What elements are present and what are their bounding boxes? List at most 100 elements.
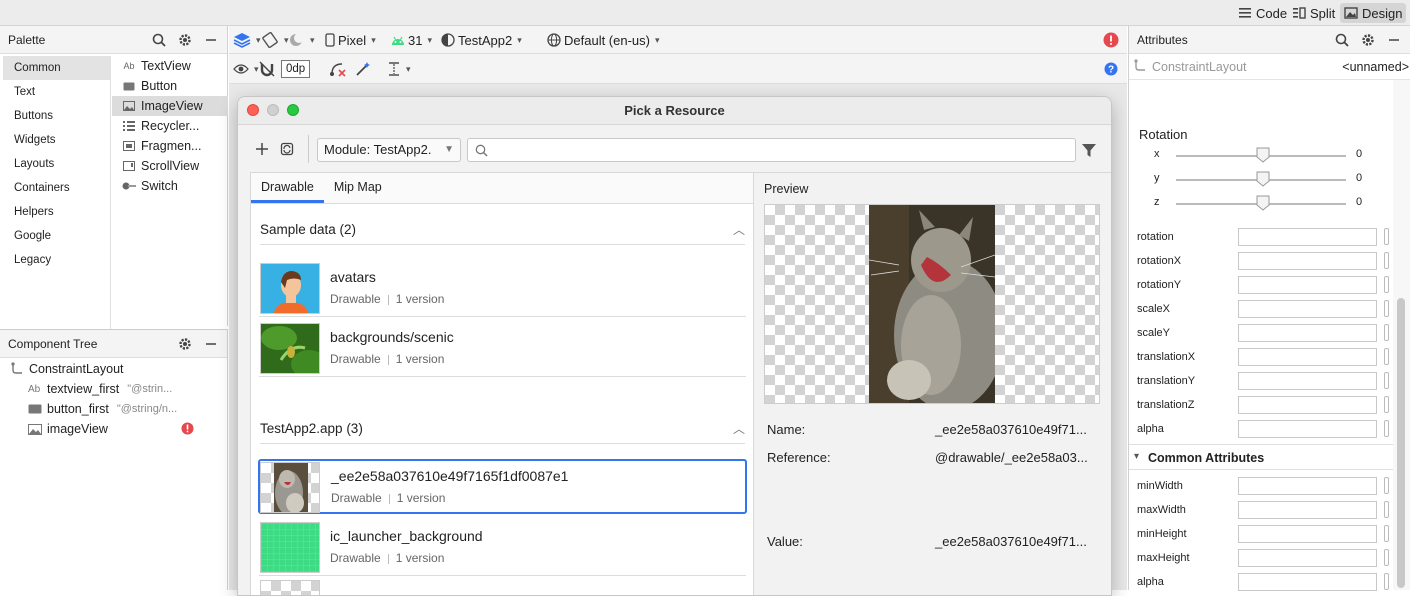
split-mode-button[interactable]: Split <box>1288 3 1339 23</box>
slider-knob[interactable] <box>1256 147 1270 163</box>
slider-knob[interactable] <box>1256 195 1270 211</box>
code-mode-button[interactable]: Code <box>1234 3 1291 23</box>
attr-field-maxWidth[interactable] <box>1238 501 1377 519</box>
attr-field-alpha[interactable] <box>1238 420 1377 438</box>
scrollbar-thumb[interactable] <box>1397 298 1405 588</box>
autoconnect-button[interactable] <box>259 55 275 83</box>
attr-picker-button[interactable] <box>1384 372 1389 389</box>
palette-category[interactable]: Helpers <box>3 200 110 224</box>
palette-category[interactable]: Layouts <box>3 152 110 176</box>
palette-category[interactable]: Google <box>3 224 110 248</box>
attr-picker-button[interactable] <box>1384 573 1389 590</box>
error-icon[interactable] <box>181 422 194 435</box>
error-icon[interactable] <box>1103 32 1119 48</box>
palette-category[interactable]: Widgets <box>3 128 110 152</box>
attr-field-scaleY[interactable] <box>1238 324 1377 342</box>
guidelines-button[interactable]: ▾ <box>387 55 411 83</box>
gear-icon[interactable] <box>177 336 193 352</box>
palette-item-recyclerview[interactable]: Recycler... <box>112 116 228 136</box>
chevron-up-icon[interactable]: ︿ <box>733 414 745 444</box>
attr-field-translationX[interactable] <box>1238 348 1377 366</box>
locale-selector[interactable]: Default (en-us) ▾ <box>547 26 660 54</box>
module-selector[interactable]: Module: TestApp2. ▼ <box>317 138 461 162</box>
attributes-scrollbar[interactable] <box>1393 80 1410 590</box>
palette-item-imageview[interactable]: ImageView <box>112 96 228 116</box>
attr-field-rotationX[interactable] <box>1238 252 1377 270</box>
attr-picker-button[interactable] <box>1384 501 1389 518</box>
attr-field-maxHeight[interactable] <box>1238 549 1377 567</box>
palette-category[interactable]: Containers <box>3 176 110 200</box>
palette-item-fragment[interactable]: Fragmen... <box>112 136 228 156</box>
attr-picker-button[interactable] <box>1384 300 1389 317</box>
minimize-icon[interactable] <box>203 336 219 352</box>
rotation-z-slider[interactable] <box>1176 195 1346 211</box>
palette-item-textview[interactable]: Ab TextView <box>112 56 228 76</box>
attr-picker-button[interactable] <box>1384 477 1389 494</box>
gear-icon[interactable] <box>177 32 193 48</box>
attr-picker-button[interactable] <box>1384 276 1389 293</box>
attr-picker-button[interactable] <box>1384 420 1389 437</box>
clear-constraints-button[interactable] <box>329 55 347 83</box>
infer-constraints-button[interactable] <box>355 55 371 83</box>
night-mode-button[interactable]: ▾ <box>289 26 315 54</box>
palette-category[interactable]: Legacy <box>3 248 110 272</box>
tree-node[interactable]: imageView <box>0 419 227 439</box>
filter-icon[interactable] <box>1082 144 1096 157</box>
theme-selector[interactable]: TestApp2 ▾ <box>441 26 522 54</box>
design-mode-button[interactable]: Design <box>1340 3 1407 23</box>
tab-drawable[interactable]: Drawable <box>251 173 324 203</box>
resource-search-input[interactable] <box>467 138 1076 162</box>
device-selector[interactable]: Pixel ▾ <box>325 26 376 54</box>
section-header-sample-data[interactable]: Sample data (2) ︿ <box>260 215 745 245</box>
rotation-x-slider[interactable] <box>1176 147 1346 163</box>
api-selector[interactable]: 31 ▾ <box>391 26 432 54</box>
palette-item-button[interactable]: Button <box>112 76 228 96</box>
minimize-window-button[interactable] <box>267 104 279 116</box>
attr-picker-button[interactable] <box>1384 549 1389 566</box>
tab-mip-map[interactable]: Mip Map <box>324 173 392 203</box>
palette-item-switch[interactable]: Switch <box>112 176 228 196</box>
attr-picker-button[interactable] <box>1384 348 1389 365</box>
tree-node[interactable]: Ab textview_first "@strin... <box>0 379 227 399</box>
section-header-app[interactable]: TestApp2.app (3) ︿ <box>260 414 745 444</box>
palette-category[interactable]: Text <box>3 80 110 104</box>
attr-field-minHeight[interactable] <box>1238 525 1377 543</box>
resource-item[interactable]: avatars Drawable 1 version <box>259 261 746 317</box>
default-margins-field[interactable]: 0dp <box>281 60 311 78</box>
resource-item-selected[interactable]: _ee2e58a037610e49f7165f1df0087e1 Drawabl… <box>258 459 747 514</box>
attr-picker-button[interactable] <box>1384 396 1389 413</box>
palette-item-scrollview[interactable]: ScrollView <box>112 156 228 176</box>
resource-item[interactable]: backgrounds/scenic Drawable 1 version <box>259 321 746 377</box>
refresh-icon[interactable] <box>280 142 294 156</box>
attr-field-rotation[interactable] <box>1238 228 1377 246</box>
attr-field-translationZ[interactable] <box>1238 396 1377 414</box>
resource-item[interactable]: ic_launcher_background Drawable 1 version <box>259 520 746 576</box>
attr-picker-button[interactable] <box>1384 324 1389 341</box>
minimize-icon[interactable] <box>203 32 219 48</box>
maximize-window-button[interactable] <box>287 104 299 116</box>
rotation-y-slider[interactable] <box>1176 171 1346 187</box>
search-icon[interactable] <box>151 32 167 48</box>
palette-category[interactable]: Buttons <box>3 104 110 128</box>
attr-field-translationY[interactable] <box>1238 372 1377 390</box>
attr-field-alpha-common[interactable] <box>1238 573 1377 591</box>
close-window-button[interactable] <box>247 104 259 116</box>
add-icon[interactable] <box>256 143 268 155</box>
orientation-button[interactable]: ▾ <box>261 26 289 54</box>
chevron-up-icon[interactable]: ︿ <box>733 215 745 245</box>
view-options-button[interactable]: ▾ <box>233 55 259 83</box>
attr-picker-button[interactable] <box>1384 252 1389 269</box>
slider-knob[interactable] <box>1256 171 1270 187</box>
palette-category[interactable]: Common <box>3 56 110 80</box>
layers-button[interactable]: ▾ <box>233 26 261 54</box>
gear-icon[interactable] <box>1360 32 1376 48</box>
attr-field-scaleX[interactable] <box>1238 300 1377 318</box>
tree-node[interactable]: button_first "@string/n... <box>0 399 227 419</box>
attr-picker-button[interactable] <box>1384 525 1389 542</box>
minimize-icon[interactable] <box>1386 32 1402 48</box>
attr-field-rotationY[interactable] <box>1238 276 1377 294</box>
attr-picker-button[interactable] <box>1384 228 1389 245</box>
search-icon[interactable] <box>1334 32 1350 48</box>
attr-field-minWidth[interactable] <box>1238 477 1377 495</box>
help-icon[interactable]: ? <box>1104 62 1118 76</box>
